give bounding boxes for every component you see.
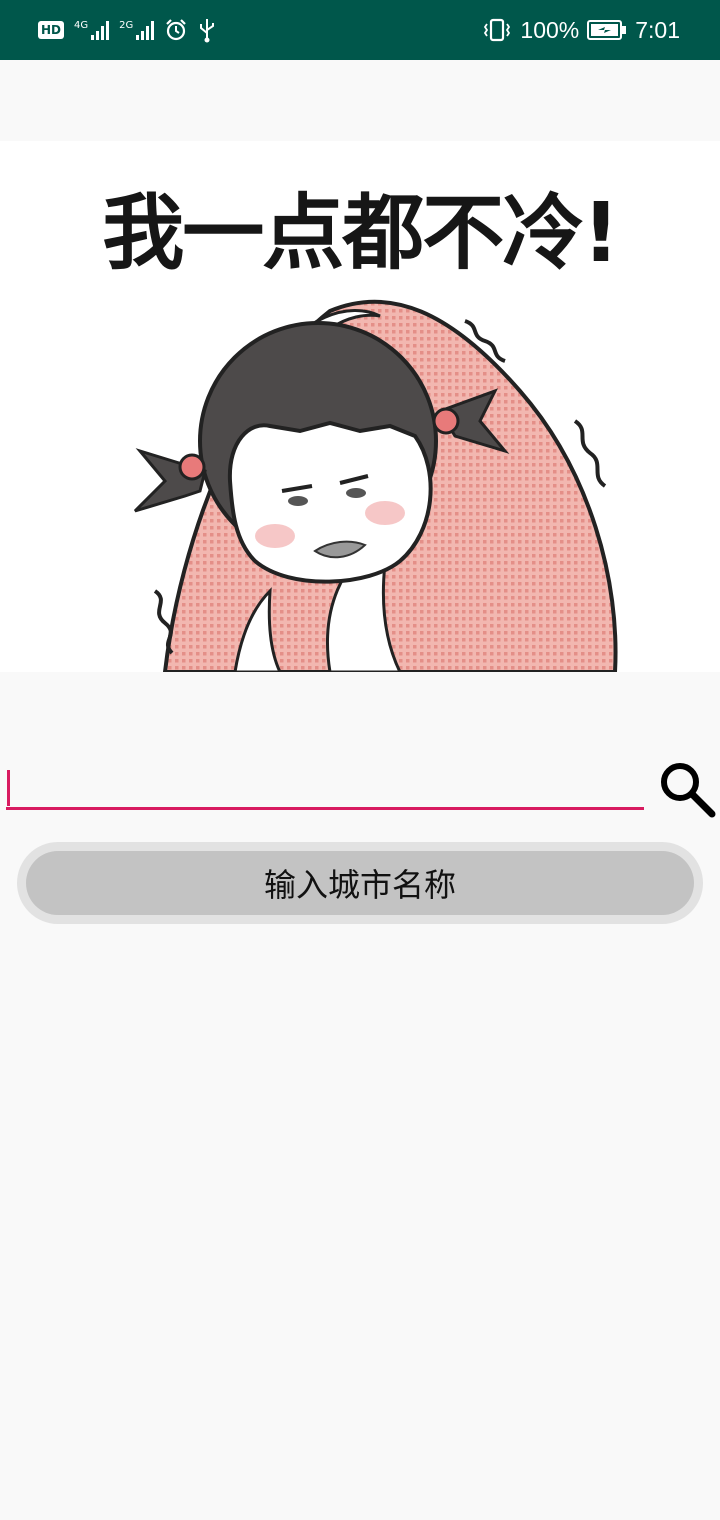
network-2g-signal-icon: 2G	[119, 20, 155, 40]
girl-illustration	[133, 299, 618, 672]
network-4g-label: 4G	[74, 20, 89, 31]
network-2g-label: 2G	[119, 20, 134, 31]
usb-icon	[200, 19, 215, 43]
status-bar-left: HD 4G 2G	[38, 0, 216, 60]
alarm-clock-icon	[166, 19, 187, 41]
enter-city-button-label[interactable]: 输入城市名称	[26, 851, 694, 915]
search-icon[interactable]	[656, 758, 716, 818]
network-4g-signal-icon: 4G	[74, 20, 110, 40]
text-cursor	[7, 770, 10, 806]
vibrate-icon	[484, 18, 511, 42]
battery-percent: 100%	[520, 16, 580, 43]
battery-charging-icon	[587, 20, 627, 40]
enter-city-button[interactable]: 输入城市名称	[17, 842, 703, 924]
city-input[interactable]	[6, 762, 644, 810]
hd-badge: HD	[38, 21, 65, 39]
clock-time: 7:01	[635, 16, 680, 43]
banner-image: 我一点都不冷!	[0, 141, 720, 672]
city-search-row	[6, 752, 716, 818]
status-bar: HD 4G 2G 100% 7:01	[0, 0, 720, 60]
status-bar-right: 100% 7:01	[482, 0, 680, 60]
